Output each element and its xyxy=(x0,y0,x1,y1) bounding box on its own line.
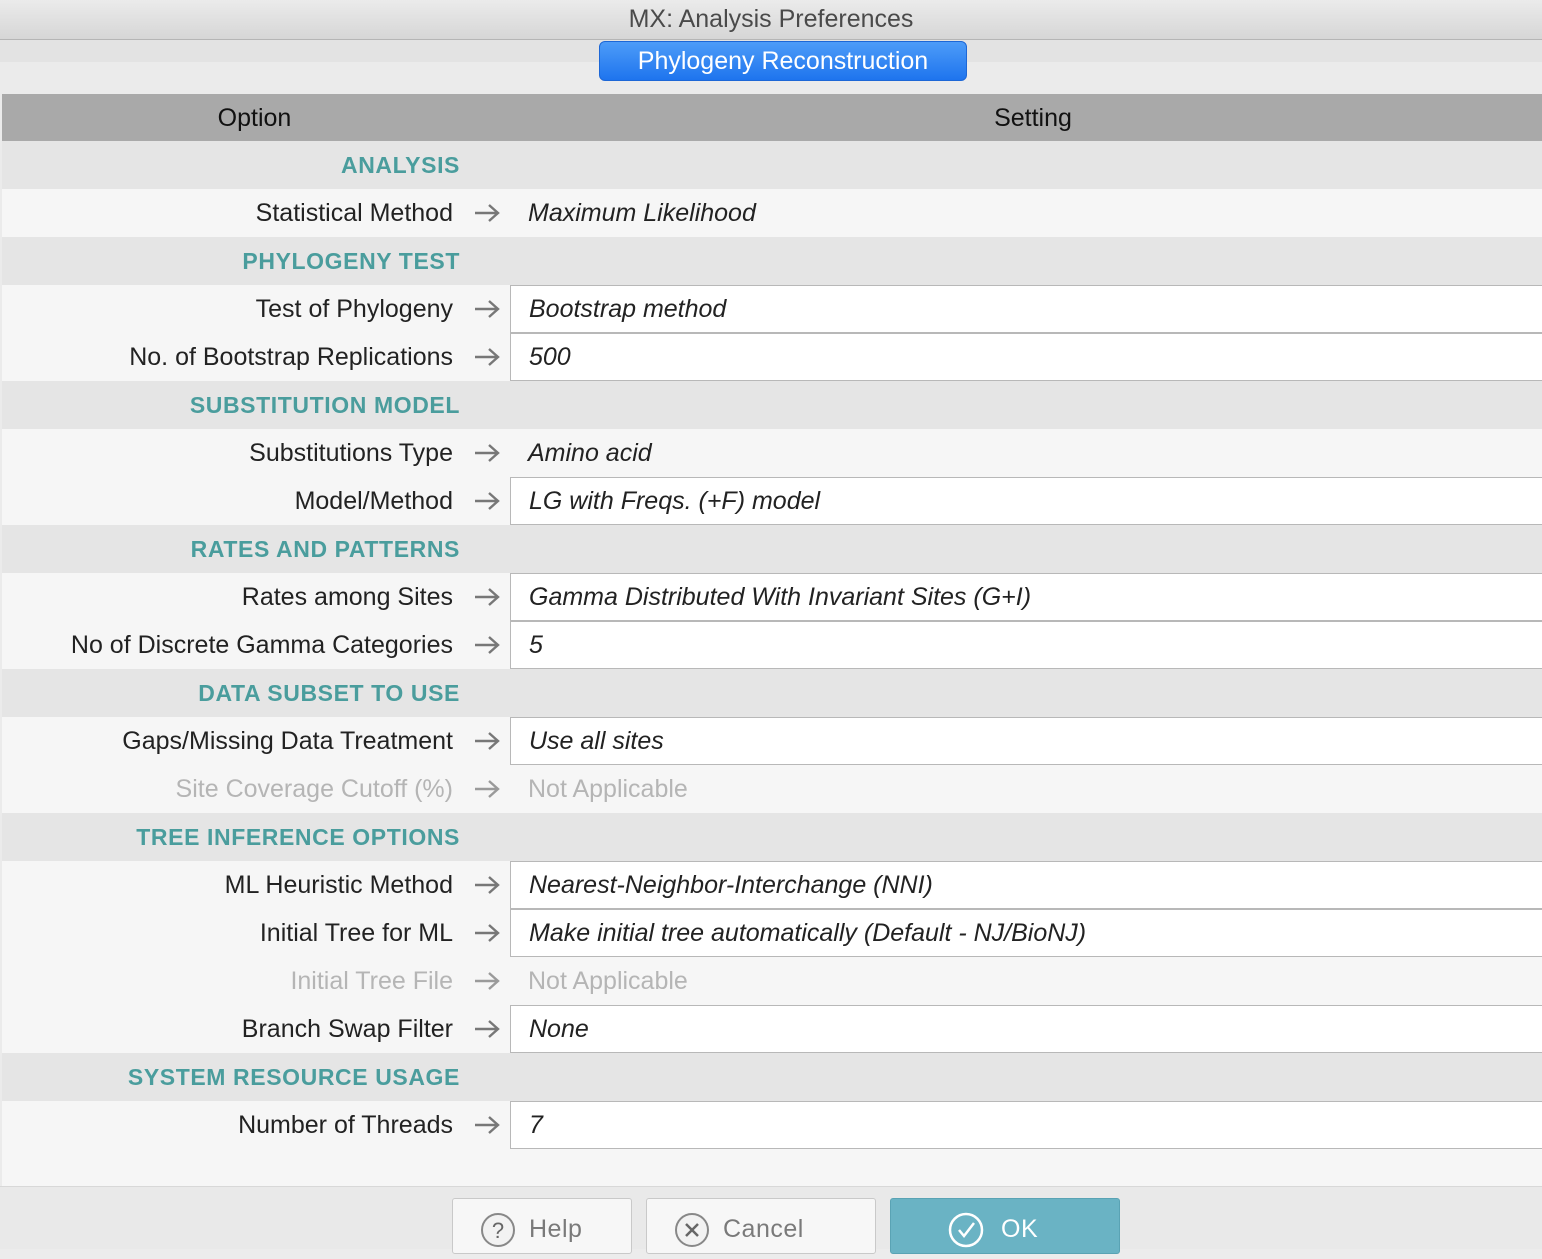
question-circle-icon: ? xyxy=(481,1213,515,1247)
arrow-right-icon xyxy=(475,732,500,750)
grid-header: Option Setting xyxy=(2,94,1542,141)
svg-text:?: ? xyxy=(492,1218,504,1243)
option-label: Initial Tree File xyxy=(290,967,453,995)
option-row: Initial Tree for ML Make initial tree aut… xyxy=(2,909,1542,957)
option-label: Number of Threads xyxy=(238,1111,453,1139)
option-label: Model/Method xyxy=(294,487,453,515)
option-row: Test of Phylogeny Bootstrap method xyxy=(2,285,1542,333)
setting-field[interactable]: Gamma Distributed With Invariant Sites (… xyxy=(510,573,1542,621)
setting-value: Amino acid xyxy=(528,439,652,467)
option-row: Site Coverage Cutoff (%) Not Applicable xyxy=(2,765,1542,813)
arrow-right-icon xyxy=(475,780,500,798)
section-label: SUBSTITUTION MODEL xyxy=(189,392,460,418)
option-label: Gaps/Missing Data Treatment xyxy=(122,727,453,755)
option-label: No of Discrete Gamma Categories xyxy=(70,631,453,659)
section-label: SYSTEM RESOURCE USAGE xyxy=(127,1064,460,1090)
option-row: Rates among Sites Gamma Distributed With … xyxy=(2,573,1542,621)
setting-field[interactable]: Nearest-Neighbor-Interchange (NNI) xyxy=(510,861,1542,909)
arrow-right-icon xyxy=(475,348,500,366)
option-label: Initial Tree for ML xyxy=(259,919,453,947)
ok-button[interactable]: OK xyxy=(890,1198,1120,1254)
header-option: Option xyxy=(217,104,292,132)
x-circle-icon xyxy=(675,1213,709,1247)
arrow-right-icon xyxy=(475,636,500,654)
section-header: ANALYSIS xyxy=(2,141,1542,189)
arrow-right-icon xyxy=(475,924,500,942)
setting-field[interactable]: LG with Freqs. (+F) model xyxy=(510,477,1542,525)
option-label: Substitutions Type xyxy=(249,439,453,467)
option-label: Statistical Method xyxy=(255,199,453,227)
option-row: Model/Method LG with Freqs. (+F) model xyxy=(2,477,1542,525)
setting-field[interactable]: 5 xyxy=(510,621,1542,669)
option-row: Substitutions Type Amino acid xyxy=(2,429,1542,477)
section-label: DATA SUBSET TO USE xyxy=(198,680,460,706)
option-row: Statistical Method Maximum Likelihood xyxy=(2,189,1542,237)
preferences-grid: Option Setting ANALYSIS Statistical Metho… xyxy=(2,94,1542,1186)
setting-field[interactable]: Bootstrap method xyxy=(510,285,1542,333)
setting-field[interactable]: 7 xyxy=(510,1101,1542,1149)
cancel-button-label: Cancel xyxy=(723,1215,804,1243)
option-row: Initial Tree File Not Applicable xyxy=(2,957,1542,1005)
section-label: TREE INFERENCE OPTIONS xyxy=(136,824,460,850)
setting-field[interactable]: Make initial tree automatically (Default… xyxy=(510,909,1542,957)
cancel-button[interactable]: Cancel xyxy=(646,1198,876,1254)
ok-button-label: OK xyxy=(1001,1215,1039,1243)
help-button-label: Help xyxy=(529,1215,583,1243)
setting-field[interactable]: 500 xyxy=(510,333,1542,381)
window-title: MX: Analysis Preferences xyxy=(0,0,1542,40)
option-label: No. of Bootstrap Replications xyxy=(129,343,453,371)
option-row: Number of Threads 7 xyxy=(2,1101,1542,1149)
setting-field[interactable]: None xyxy=(510,1005,1542,1053)
option-label: Site Coverage Cutoff (%) xyxy=(175,775,453,803)
help-button[interactable]: ? Help xyxy=(452,1198,632,1254)
setting-value: Not Applicable xyxy=(528,775,688,803)
setting-field[interactable]: Use all sites xyxy=(510,717,1542,765)
setting-value: Maximum Likelihood xyxy=(528,199,756,227)
arrow-right-icon xyxy=(475,300,500,318)
section-label: PHYLOGENY TEST xyxy=(242,248,460,274)
option-row: Gaps/Missing Data Treatment Use all sites xyxy=(2,717,1542,765)
option-label: ML Heuristic Method xyxy=(224,871,453,899)
arrow-right-icon xyxy=(475,588,500,606)
section-header: SUBSTITUTION MODEL xyxy=(2,381,1542,429)
section-header: RATES AND PATTERNS xyxy=(2,525,1542,573)
option-row: No. of Bootstrap Replications 500 xyxy=(2,333,1542,381)
option-label: Test of Phylogeny xyxy=(255,295,453,323)
section-label: ANALYSIS xyxy=(341,152,460,178)
tab-phylogeny-reconstruction[interactable]: Phylogeny Reconstruction xyxy=(599,41,967,81)
section-header: PHYLOGENY TEST xyxy=(2,237,1542,285)
check-circle-icon xyxy=(948,1212,984,1248)
section-label: RATES AND PATTERNS xyxy=(190,536,460,562)
arrow-right-icon xyxy=(475,1116,500,1134)
arrow-right-icon xyxy=(475,1020,500,1038)
header-setting: Setting xyxy=(994,104,1072,132)
option-label: Rates among Sites xyxy=(241,583,453,611)
arrow-right-icon xyxy=(475,972,500,990)
arrow-right-icon xyxy=(475,492,500,510)
arrow-right-icon xyxy=(475,876,500,894)
option-row: No of Discrete Gamma Categories 5 xyxy=(2,621,1542,669)
arrow-right-icon xyxy=(475,444,500,462)
section-header: DATA SUBSET TO USE xyxy=(2,669,1542,717)
option-row: ML Heuristic Method Nearest-Neighbor-Inte… xyxy=(2,861,1542,909)
section-header: TREE INFERENCE OPTIONS xyxy=(2,813,1542,861)
option-label: Branch Swap Filter xyxy=(241,1015,453,1043)
section-header: SYSTEM RESOURCE USAGE xyxy=(2,1053,1542,1101)
option-row: Branch Swap Filter None xyxy=(2,1005,1542,1053)
setting-value: Not Applicable xyxy=(528,967,688,995)
arrow-right-icon xyxy=(475,204,500,222)
